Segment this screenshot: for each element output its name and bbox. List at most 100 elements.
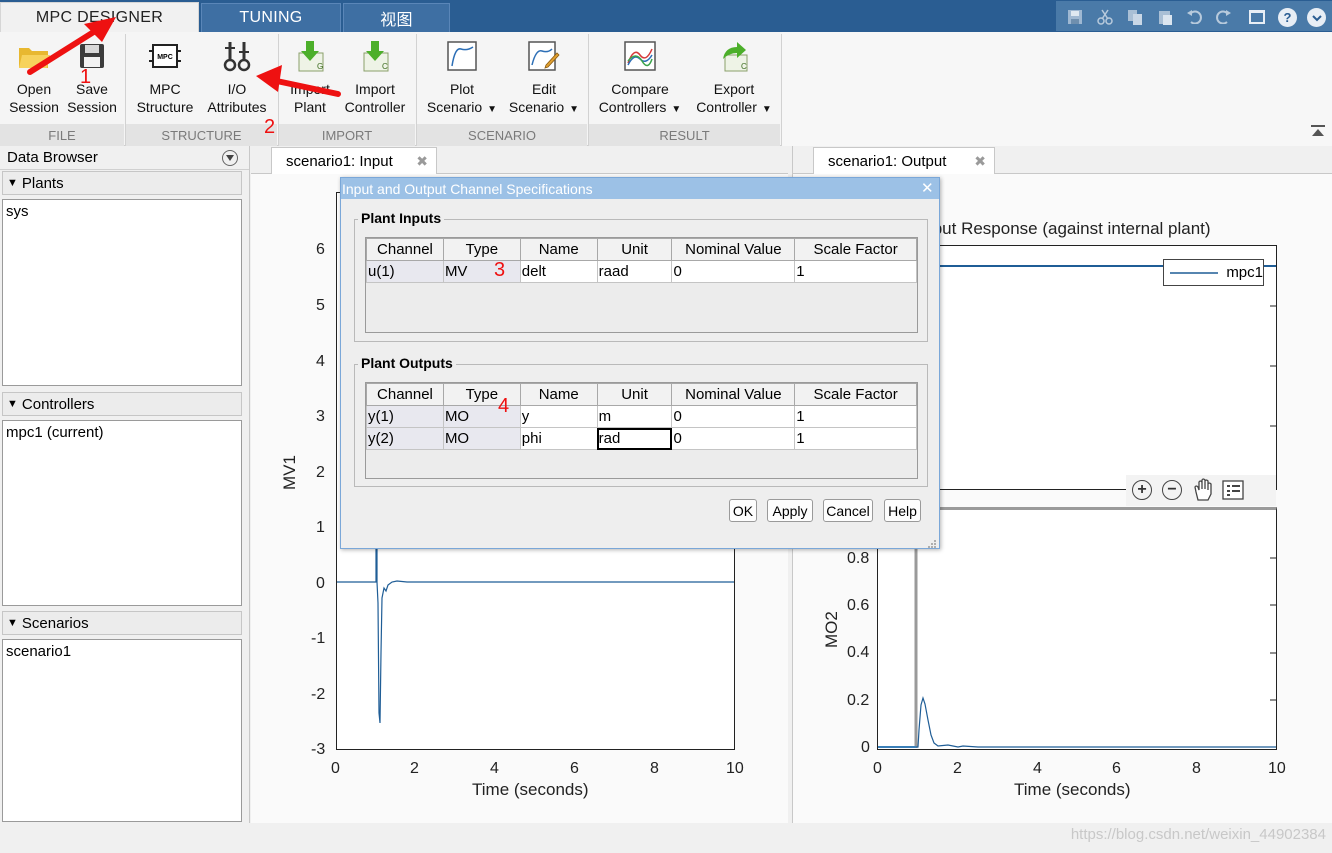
annotation-number: 3 xyxy=(494,259,506,281)
copy-icon[interactable] xyxy=(1124,7,1146,27)
section-label-import: IMPORT xyxy=(279,124,415,146)
plant-item-sys[interactable]: sys xyxy=(6,203,238,220)
cell-unit[interactable]: raad xyxy=(596,260,673,283)
cell-unit[interactable]: m xyxy=(596,405,673,428)
io-attributes-button[interactable]: I/O Attributes xyxy=(203,36,271,120)
cancel-button[interactable]: Cancel xyxy=(823,499,873,522)
y-tick: 0.2 xyxy=(847,692,870,709)
column-header-scale-factor[interactable]: Scale Factor xyxy=(794,383,917,406)
cell-name[interactable]: y xyxy=(519,405,598,428)
ok-button[interactable]: OK xyxy=(729,499,757,522)
collapse-ribbon-icon[interactable] xyxy=(1310,124,1326,138)
table-header-row: Channel Type Name Unit Nominal Value Sca… xyxy=(366,238,917,261)
plot-scenario-icon xyxy=(444,36,480,76)
plant-inputs-label: Plant Inputs xyxy=(358,210,445,226)
cell-name[interactable]: delt xyxy=(519,260,598,283)
collapse-triangle-icon[interactable]: ▼ xyxy=(7,177,18,189)
collapse-triangle-icon[interactable]: ▼ xyxy=(7,617,18,629)
collapse-triangle-icon[interactable]: ▼ xyxy=(7,398,18,410)
cut-icon[interactable] xyxy=(1094,7,1116,27)
cell-nominal-value[interactable]: 0 xyxy=(671,427,796,450)
tab-mpc-designer[interactable]: MPC DESIGNER xyxy=(0,2,199,33)
zoom-in-icon[interactable]: + xyxy=(1132,480,1152,500)
open-session-button[interactable]: Open Session xyxy=(6,36,62,120)
cell-unit-editing[interactable]: rad xyxy=(596,427,673,450)
edit-scenario-label-1: Edit xyxy=(531,81,557,97)
close-tab-icon[interactable]: ✖ xyxy=(974,153,986,170)
scenario-item-scenario1[interactable]: scenario1 xyxy=(6,643,238,660)
controllers-section-header[interactable]: ▼ Controllers xyxy=(2,392,242,416)
cell-scale-factor[interactable]: 1 xyxy=(794,427,917,450)
dialog-title: Input and Output Channel Specifications xyxy=(342,180,593,197)
plants-section-header[interactable]: ▼ Plants xyxy=(2,171,242,195)
column-header-nominal-value[interactable]: Nominal Value xyxy=(671,383,796,406)
table-header-row: Channel Type Name Unit Nominal Value Sca… xyxy=(366,383,917,406)
compare-controllers-label-2: Controllers xyxy=(598,99,667,115)
expand-icon[interactable] xyxy=(1307,8,1326,27)
save-session-button[interactable]: Save Session xyxy=(64,36,120,120)
close-icon[interactable]: ✕ xyxy=(921,179,935,197)
mpc-structure-button[interactable]: MPC MPC Structure xyxy=(131,36,199,120)
close-tab-icon[interactable]: ✖ xyxy=(416,153,428,170)
column-header-scale-factor[interactable]: Scale Factor xyxy=(794,238,917,261)
y-tick: 0 xyxy=(316,575,325,592)
x-tick: 0 xyxy=(331,760,340,777)
help-button[interactable]: Help xyxy=(884,499,921,522)
scenarios-section-header[interactable]: ▼ Scenarios xyxy=(2,611,242,635)
controller-item-mpc1[interactable]: mpc1 (current) xyxy=(6,424,238,441)
cell-nominal-value[interactable]: 0 xyxy=(671,260,796,283)
compare-controllers-button[interactable]: Compare Controllers ▼ xyxy=(594,36,686,120)
plot-scenario-button[interactable]: Plot Scenario ▼ xyxy=(422,36,502,120)
redo-icon[interactable] xyxy=(1212,7,1234,27)
column-header-channel[interactable]: Channel xyxy=(366,383,444,406)
zoom-out-icon[interactable]: − xyxy=(1162,480,1182,500)
column-header-channel[interactable]: Channel xyxy=(366,238,444,261)
output-x-axis-label: Time (seconds) xyxy=(1014,780,1131,799)
import-controller-label-1: Import xyxy=(355,81,395,97)
dropdown-arrow-icon[interactable]: ▼ xyxy=(671,104,681,115)
dropdown-arrow-icon[interactable]: ▼ xyxy=(487,104,497,115)
tab-view[interactable]: 视图 xyxy=(343,3,450,32)
resize-grip-icon[interactable] xyxy=(927,536,937,548)
undo-icon[interactable] xyxy=(1184,7,1206,27)
data-cursor-icon[interactable] xyxy=(1222,480,1244,500)
cell-type[interactable]: MV xyxy=(442,260,521,283)
help-icon[interactable]: ? xyxy=(1278,8,1297,27)
x-tick: 4 xyxy=(1033,760,1042,777)
export-controller-button[interactable]: C Export Controller ▼ xyxy=(690,36,778,120)
edit-scenario-label-2: Scenario xyxy=(508,99,565,115)
cell-type[interactable]: MO xyxy=(442,427,521,450)
column-header-type[interactable]: Type xyxy=(442,238,521,261)
save-icon[interactable] xyxy=(1064,7,1086,27)
apply-button[interactable]: Apply xyxy=(767,499,813,522)
column-header-name[interactable]: Name xyxy=(519,238,598,261)
pan-hand-icon[interactable] xyxy=(1192,478,1214,502)
dropdown-arrow-icon[interactable]: ▼ xyxy=(569,104,579,115)
column-header-unit[interactable]: Unit xyxy=(596,383,673,406)
dialog-title-bar[interactable]: Input and Output Channel Specifications xyxy=(341,178,939,199)
tab-scenario1-input[interactable]: scenario1: Input ✖ xyxy=(271,147,437,174)
dropdown-arrow-icon[interactable]: ▼ xyxy=(762,104,772,115)
paste-icon[interactable] xyxy=(1154,7,1176,27)
cell-nominal-value[interactable]: 0 xyxy=(671,405,796,428)
output-y-axis-label: MO2 xyxy=(822,611,841,648)
column-header-unit[interactable]: Unit xyxy=(596,238,673,261)
cell-scale-factor[interactable]: 1 xyxy=(794,260,917,283)
window-icon[interactable] xyxy=(1246,7,1268,27)
import-controller-button[interactable]: C Import Controller xyxy=(340,36,410,120)
mpc-structure-label-2: Structure xyxy=(136,99,194,115)
legend[interactable]: mpc1 xyxy=(1163,259,1264,286)
y-tick: 5 xyxy=(316,297,325,314)
data-browser-menu-icon[interactable] xyxy=(222,150,238,166)
output-plot-title: tput Response (against internal plant) xyxy=(928,219,1211,238)
edit-scenario-button[interactable]: Edit Scenario ▼ xyxy=(504,36,584,120)
cell-scale-factor[interactable]: 1 xyxy=(794,405,917,428)
cell-name[interactable]: phi xyxy=(519,427,598,450)
y-tick: 0.4 xyxy=(847,644,870,661)
tab-scenario1-output[interactable]: scenario1: Output ✖ xyxy=(813,147,995,174)
tab-tuning[interactable]: TUNING xyxy=(201,3,341,32)
column-header-name[interactable]: Name xyxy=(519,383,598,406)
x-tick: 10 xyxy=(1268,760,1286,777)
column-header-nominal-value[interactable]: Nominal Value xyxy=(671,238,796,261)
import-plant-button[interactable]: G Import Plant xyxy=(282,36,338,120)
